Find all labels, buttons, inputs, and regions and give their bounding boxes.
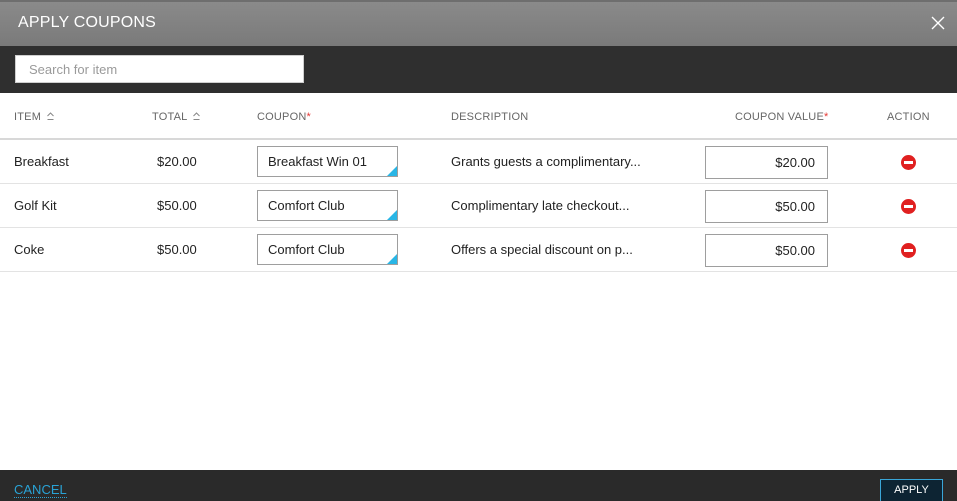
coupon-value-input[interactable] [705, 190, 828, 223]
item-total: $50.00 [157, 242, 197, 257]
table-header: ITEM TOTAL COUPON* DESCRIPTION COUPON VA… [0, 93, 957, 140]
sort-icon[interactable] [47, 112, 54, 121]
close-icon[interactable] [927, 12, 949, 34]
column-header-coupon: COUPON* [257, 111, 311, 123]
column-header-description: DESCRIPTION [451, 111, 529, 123]
search-input[interactable] [15, 55, 304, 83]
item-name: Coke [14, 242, 45, 257]
column-header-total[interactable]: TOTAL [152, 111, 201, 123]
table-row: Golf Kit $50.00 Comfort Club Complimenta… [0, 184, 957, 228]
coupon-select[interactable]: Breakfast Win 01 [257, 146, 398, 177]
column-header-coupon-value-label: COUPON VALUE [735, 111, 824, 123]
column-header-total-label: TOTAL [152, 111, 188, 123]
dialog-footer: CANCEL APPLY [0, 470, 957, 501]
remove-icon[interactable] [901, 243, 916, 258]
column-header-action: ACTION [887, 111, 930, 123]
coupon-select[interactable]: Comfort Club [257, 234, 398, 265]
required-marker: * [306, 111, 311, 123]
cancel-button[interactable]: CANCEL [14, 483, 67, 498]
item-total: $20.00 [157, 154, 197, 169]
column-header-item-label: ITEM [14, 111, 42, 123]
column-header-item[interactable]: ITEM [14, 111, 54, 123]
column-header-coupon-value: COUPON VALUE* [735, 111, 828, 123]
dialog-title: APPLY COUPONS [18, 14, 157, 31]
coupon-description: Offers a special discount on p... [451, 242, 633, 257]
column-header-coupon-label: COUPON [257, 111, 307, 123]
remove-icon[interactable] [901, 155, 916, 170]
coupon-select-value: Breakfast Win 01 [268, 154, 367, 169]
table-row: Breakfast $20.00 Breakfast Win 01 Grants… [0, 140, 957, 184]
dropdown-corner-icon [387, 166, 397, 176]
dropdown-corner-icon [387, 254, 397, 264]
coupon-value-input[interactable] [705, 234, 828, 267]
required-marker: * [824, 111, 829, 123]
coupon-select-value: Comfort Club [268, 198, 345, 213]
search-bar [0, 46, 957, 93]
coupon-description: Complimentary late checkout... [451, 198, 630, 213]
dropdown-corner-icon [387, 210, 397, 220]
coupon-value-input[interactable] [705, 146, 828, 179]
item-name: Breakfast [14, 154, 69, 169]
dialog-title-bar: APPLY COUPONS [0, 0, 957, 46]
table-row: Coke $50.00 Comfort Club Offers a specia… [0, 228, 957, 272]
item-total: $50.00 [157, 198, 197, 213]
item-name: Golf Kit [14, 198, 57, 213]
sort-icon[interactable] [193, 112, 201, 121]
apply-button[interactable]: APPLY [880, 479, 943, 501]
coupon-select-value: Comfort Club [268, 242, 345, 257]
remove-icon[interactable] [901, 199, 916, 214]
coupon-select[interactable]: Comfort Club [257, 190, 398, 221]
coupon-description: Grants guests a complimentary... [451, 154, 641, 169]
